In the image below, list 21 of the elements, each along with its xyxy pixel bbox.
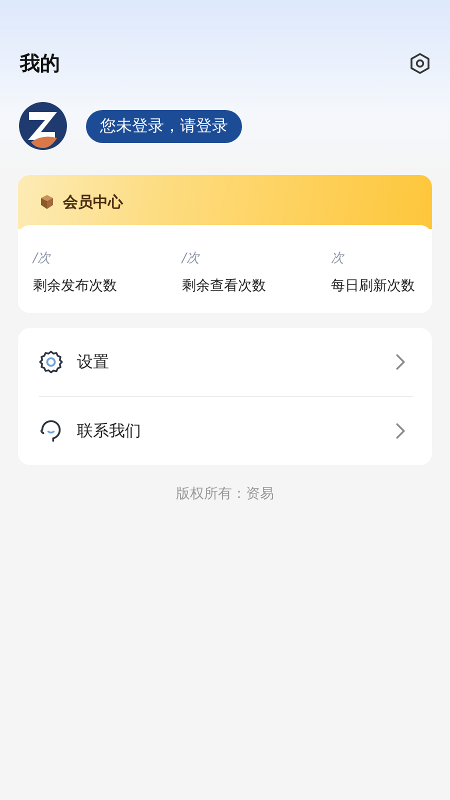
chevron-icon (396, 354, 405, 370)
menu-item[interactable]: 设置 (39, 328, 413, 396)
page-title: 我的 (18, 50, 60, 76)
stat-value: 次 (331, 250, 346, 267)
stat-label: 每日刷新次数 (331, 277, 416, 295)
member-title: 会员中心 (63, 192, 123, 212)
gear-icon (39, 350, 63, 374)
stat-label: 剩余查看次数 (182, 277, 267, 295)
login-button[interactable]: 您未登录，请登录 (86, 110, 242, 142)
box-icon (40, 194, 54, 210)
menu-label: 联系我们 (77, 420, 142, 442)
stat-label: 剩余发布次数 (33, 277, 118, 295)
stat-value: /次 (182, 250, 201, 267)
copyright-text: 版权所有：资易 (175, 485, 275, 503)
headset-icon (39, 419, 63, 443)
avatar-icon (19, 102, 67, 150)
menu-item[interactable]: 联系我们 (39, 397, 413, 465)
settings-icon[interactable] (410, 52, 430, 74)
stat-value: /次 (33, 250, 52, 267)
menu-label: 设置 (77, 352, 110, 372)
chevron-icon (396, 423, 405, 439)
